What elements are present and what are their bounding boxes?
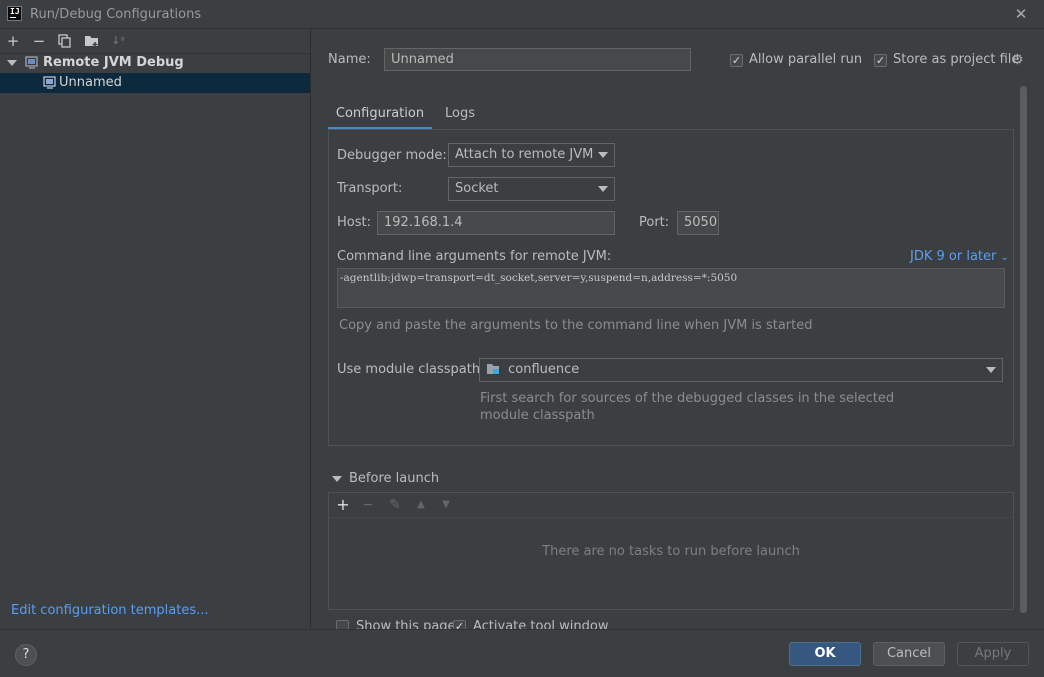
add-icon[interactable]: + <box>4 32 22 50</box>
port-label: Port: <box>639 215 670 230</box>
module-classpath-select[interactable]: confluence <box>479 358 1003 382</box>
jdk-version-label: JDK 9 or later <box>910 249 997 264</box>
before-launch-empty-text: There are no tasks to run before launch <box>542 544 800 559</box>
chevron-down-icon <box>598 152 608 158</box>
close-icon[interactable]: ✕ <box>1012 5 1030 23</box>
debugger-mode-value: Attach to remote JVM <box>455 147 594 162</box>
debugger-mode-label: Debugger mode: <box>337 148 447 163</box>
allow-parallel-label: Allow parallel run <box>749 52 863 67</box>
chevron-down-icon <box>598 186 608 192</box>
transport-select[interactable]: Socket <box>448 177 615 201</box>
edit-templates-link[interactable]: Edit configuration templates... <box>11 603 209 618</box>
cmd-args-field[interactable]: -agentlib:jdwp=transport=dt_socket,serve… <box>337 268 1005 308</box>
tab-logs[interactable]: Logs <box>440 100 480 130</box>
help-button[interactable]: ? <box>15 644 37 666</box>
tab-configuration[interactable]: Configuration <box>328 100 432 130</box>
chevron-down-icon <box>986 367 996 373</box>
sidebar-toolbar: + − ↓ᵃ <box>0 29 310 54</box>
vertical-scrollbar[interactable] <box>1020 86 1027 613</box>
cancel-button[interactable]: Cancel <box>873 642 945 666</box>
sort-icon[interactable]: ↓ᵃ <box>109 32 127 50</box>
activate-tool-label: Activate tool window <box>473 620 609 629</box>
activate-tool-checkbox[interactable]: ✓ <box>453 620 466 629</box>
cmd-args-label: Command line arguments for remote JVM: <box>337 249 612 264</box>
chevron-down-icon[interactable] <box>332 476 342 482</box>
chevron-down-icon: ⌄ <box>1000 252 1009 263</box>
remote-debug-icon <box>25 56 39 73</box>
tree-group-remote-jvm-debug[interactable]: Remote JVM Debug <box>0 54 310 73</box>
module-folder-icon <box>486 362 500 379</box>
move-down-icon[interactable]: ▼ <box>437 496 455 514</box>
before-launch-toolbar: + − ✎ ▲ ▼ <box>329 493 1013 518</box>
window-title: Run/Debug Configurations <box>30 7 202 22</box>
tree-group-label: Remote JVM Debug <box>43 55 184 70</box>
move-up-icon[interactable]: ▲ <box>412 496 430 514</box>
transport-value: Socket <box>455 181 499 196</box>
before-launch-panel: + − ✎ ▲ ▼ There are no tasks to run befo… <box>328 492 1014 610</box>
name-label: Name: <box>328 52 371 67</box>
edit-icon[interactable]: ✎ <box>386 496 404 514</box>
dialog-button-bar: ? OK Cancel Apply <box>0 629 1044 677</box>
ok-button[interactable]: OK <box>789 642 861 666</box>
before-launch-label: Before launch <box>349 471 440 486</box>
remote-debug-icon <box>43 76 57 93</box>
debugger-mode-select[interactable]: Attach to remote JVM <box>448 143 615 167</box>
port-field[interactable]: 5050 <box>677 211 719 235</box>
remove-icon[interactable]: − <box>359 496 377 514</box>
jdk-version-dropdown[interactable]: JDK 9 or later ⌄ <box>910 249 1009 264</box>
title-bar: IJ Run/Debug Configurations ✕ <box>0 0 1044 29</box>
transport-label: Transport: <box>337 181 403 196</box>
copy-icon[interactable] <box>56 32 74 50</box>
host-field[interactable]: 192.168.1.4 <box>377 211 615 235</box>
store-project-checkbox[interactable]: ✓ <box>874 54 887 67</box>
name-field[interactable]: Unnamed <box>384 48 691 71</box>
footer-options-row: Show this page ✓ Activate tool window <box>336 620 636 629</box>
module-classpath-value: confluence <box>508 362 580 377</box>
module-classpath-hint: First search for sources of the debugged… <box>480 391 895 423</box>
gear-icon[interactable]: ⚙ <box>1011 52 1024 68</box>
folder-icon[interactable] <box>83 32 101 50</box>
remove-icon[interactable]: − <box>30 32 48 50</box>
apply-button[interactable]: Apply <box>957 642 1029 666</box>
intellij-app-icon: IJ <box>7 6 22 21</box>
show-page-label: Show this page <box>356 620 456 629</box>
show-page-checkbox[interactable] <box>336 620 349 629</box>
store-project-label: Store as project file <box>893 52 1020 67</box>
chevron-down-icon[interactable] <box>7 60 17 66</box>
tree-item-label: Unnamed <box>59 75 122 90</box>
add-icon[interactable]: + <box>334 496 352 514</box>
configurations-sidebar: + − ↓ᵃ Remote JVM Debug Unnamed Edit con… <box>0 29 311 628</box>
cmd-args-hint: Copy and paste the arguments to the comm… <box>339 318 813 333</box>
allow-parallel-checkbox[interactable]: ✓ <box>730 54 743 67</box>
host-label: Host: <box>337 215 371 230</box>
module-classpath-label: Use module classpath: <box>337 362 485 377</box>
tree-item-unnamed[interactable]: Unnamed <box>0 73 310 93</box>
